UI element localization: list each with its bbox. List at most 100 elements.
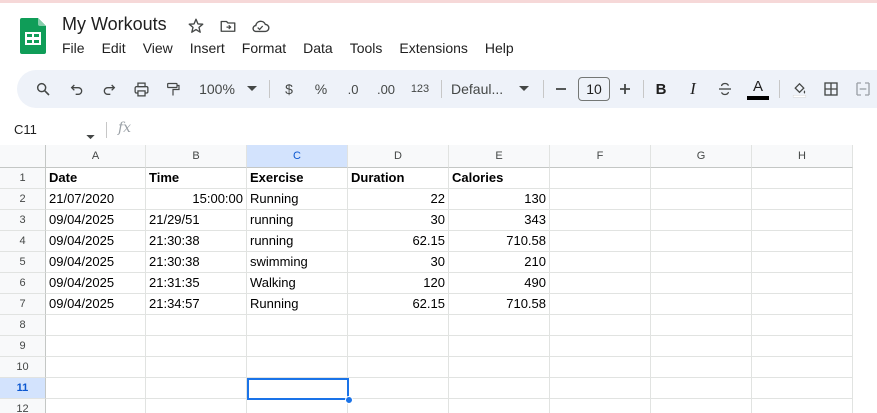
cell-h11[interactable] [752, 378, 853, 399]
print-icon[interactable] [129, 70, 153, 108]
cell-c6[interactable]: Walking [247, 273, 348, 294]
cell-h7[interactable] [752, 294, 853, 315]
column-header-g[interactable]: G [651, 145, 752, 168]
increase-font-size-icon[interactable] [615, 70, 635, 108]
sheets-logo-icon[interactable] [20, 18, 46, 54]
cell-d7[interactable]: 62.15 [348, 294, 449, 315]
cell-c12[interactable] [247, 399, 348, 413]
cell-g8[interactable] [651, 315, 752, 336]
cell-f2[interactable] [550, 189, 651, 210]
row-header-6[interactable]: 6 [0, 273, 46, 294]
column-header-a[interactable]: A [46, 145, 146, 168]
cell-h5[interactable] [752, 252, 853, 273]
merge-cells-icon[interactable] [851, 70, 875, 108]
italic-button[interactable]: I [683, 70, 703, 108]
cell-e6[interactable]: 490 [449, 273, 550, 294]
cell-g11[interactable] [651, 378, 752, 399]
borders-icon[interactable] [819, 70, 843, 108]
fill-handle[interactable] [345, 396, 353, 404]
strikethrough-icon[interactable] [715, 70, 735, 108]
increase-decimal-button[interactable]: .00 [373, 70, 399, 108]
decrease-decimal-button[interactable]: .0 [341, 70, 365, 108]
cell-e9[interactable] [449, 336, 550, 357]
menu-file[interactable]: File [62, 40, 85, 56]
font-dropdown-icon[interactable] [517, 70, 531, 108]
row-header-11[interactable]: 11 [0, 378, 46, 399]
column-header-b[interactable]: B [146, 145, 247, 168]
menu-format[interactable]: Format [242, 40, 286, 56]
cell-b8[interactable] [146, 315, 247, 336]
search-menus-icon[interactable] [31, 70, 55, 108]
cell-a4[interactable]: 09/04/2025 [46, 231, 146, 252]
cell-b4[interactable]: 21:30:38 [146, 231, 247, 252]
cell-c7[interactable]: Running [247, 294, 348, 315]
cell-e11[interactable] [449, 378, 550, 399]
cell-b6[interactable]: 21:31:35 [146, 273, 247, 294]
undo-icon[interactable] [65, 70, 89, 108]
decrease-font-size-icon[interactable] [551, 70, 571, 108]
cloud-status-icon[interactable] [250, 16, 270, 36]
column-header-h[interactable]: H [752, 145, 853, 168]
cell-b10[interactable] [146, 357, 247, 378]
cell-e7[interactable]: 710.58 [449, 294, 550, 315]
name-box-dropdown-icon[interactable] [86, 127, 95, 145]
cell-b2[interactable]: 15:00:00 [146, 189, 247, 210]
cell-g7[interactable] [651, 294, 752, 315]
cell-f6[interactable] [550, 273, 651, 294]
cell-f11[interactable] [550, 378, 651, 399]
cell-h8[interactable] [752, 315, 853, 336]
document-title[interactable]: My Workouts [62, 14, 167, 35]
cell-h12[interactable] [752, 399, 853, 413]
cell-e5[interactable]: 210 [449, 252, 550, 273]
cell-f12[interactable] [550, 399, 651, 413]
cell-b7[interactable]: 21:34:57 [146, 294, 247, 315]
paint-format-icon[interactable] [161, 70, 185, 108]
cell-d1[interactable]: Duration [348, 168, 449, 189]
column-header-f[interactable]: F [550, 145, 651, 168]
cell-f1[interactable] [550, 168, 651, 189]
cell-d6[interactable]: 120 [348, 273, 449, 294]
zoom-select[interactable]: 100% [197, 70, 237, 108]
cell-h2[interactable] [752, 189, 853, 210]
font-size-input[interactable]: 10 [578, 77, 610, 101]
menu-extensions[interactable]: Extensions [399, 40, 467, 56]
cell-a9[interactable] [46, 336, 146, 357]
cell-e2[interactable]: 130 [449, 189, 550, 210]
column-header-c[interactable]: C [247, 145, 348, 168]
cell-d10[interactable] [348, 357, 449, 378]
menu-edit[interactable]: Edit [102, 40, 126, 56]
row-header-5[interactable]: 5 [0, 252, 46, 273]
cell-h6[interactable] [752, 273, 853, 294]
cell-g2[interactable] [651, 189, 752, 210]
menu-insert[interactable]: Insert [190, 40, 225, 56]
cell-c1[interactable]: Exercise [247, 168, 348, 189]
cell-b5[interactable]: 21:30:38 [146, 252, 247, 273]
menu-help[interactable]: Help [485, 40, 514, 56]
cell-a2[interactable]: 21/07/2020 [46, 189, 146, 210]
row-header-2[interactable]: 2 [0, 189, 46, 210]
cell-c10[interactable] [247, 357, 348, 378]
cell-g12[interactable] [651, 399, 752, 413]
bold-button[interactable]: B [651, 70, 671, 108]
cell-h9[interactable] [752, 336, 853, 357]
cell-f3[interactable] [550, 210, 651, 231]
cell-g1[interactable] [651, 168, 752, 189]
cell-c9[interactable] [247, 336, 348, 357]
currency-format-button[interactable]: $ [279, 70, 299, 108]
cell-e10[interactable] [449, 357, 550, 378]
row-header-8[interactable]: 8 [0, 315, 46, 336]
cell-g5[interactable] [651, 252, 752, 273]
redo-icon[interactable] [97, 70, 121, 108]
zoom-dropdown-icon[interactable] [245, 70, 259, 108]
cell-h10[interactable] [752, 357, 853, 378]
row-header-4[interactable]: 4 [0, 231, 46, 252]
cell-g3[interactable] [651, 210, 752, 231]
cell-e8[interactable] [449, 315, 550, 336]
cell-f10[interactable] [550, 357, 651, 378]
row-header-9[interactable]: 9 [0, 336, 46, 357]
cell-a11[interactable] [46, 378, 146, 399]
cell-a6[interactable]: 09/04/2025 [46, 273, 146, 294]
cell-f8[interactable] [550, 315, 651, 336]
font-select[interactable]: Defaul... [451, 70, 511, 108]
cell-h1[interactable] [752, 168, 853, 189]
